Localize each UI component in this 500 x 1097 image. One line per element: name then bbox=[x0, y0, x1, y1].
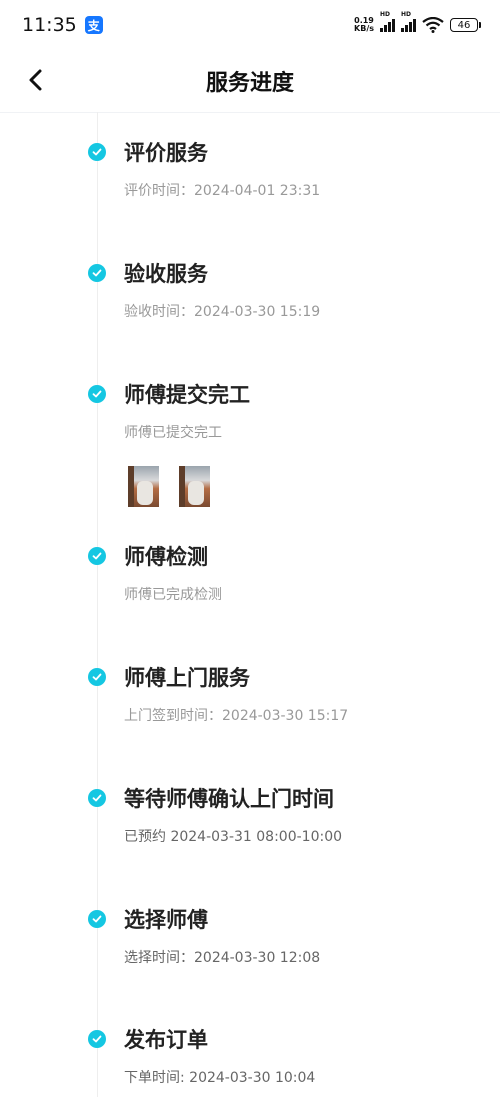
status-indicators: 0.19 KB/s HD HD 46 bbox=[354, 11, 481, 33]
step-title: 师傅提交完工 bbox=[124, 383, 250, 407]
network-speed-unit: KB/s bbox=[354, 24, 374, 33]
step-desc: 已预约 2024-03-31 08:00-10:00 bbox=[124, 829, 343, 845]
check-icon bbox=[88, 789, 106, 807]
step-desc: 评价时间：2024-04-01 23:31 bbox=[124, 183, 321, 199]
nav-bar: 服务进度 bbox=[0, 50, 500, 113]
signal-hd-label: HD bbox=[380, 11, 391, 18]
status-bar: 11:35 支 0.19 KB/s HD HD 46 bbox=[0, 0, 500, 50]
progress-timeline: 评价服务 评价时间：2024-04-01 23:31 验收服务 验收时间：202… bbox=[0, 112, 500, 1097]
step-title: 师傅检测 bbox=[124, 545, 208, 569]
page-title: 服务进度 bbox=[205, 71, 294, 96]
step-title: 等待师傅确认上门时间 bbox=[124, 787, 334, 811]
photo-thumbnail[interactable] bbox=[179, 466, 210, 507]
battery-icon: 46 bbox=[450, 18, 481, 32]
step-title: 选择师傅 bbox=[124, 908, 208, 932]
timeline-line bbox=[97, 112, 98, 1097]
step-desc: 上门签到时间：2024-03-30 15:17 bbox=[124, 708, 349, 724]
check-icon bbox=[88, 1030, 106, 1048]
check-icon bbox=[88, 385, 106, 403]
step-desc: 下单时间: 2024-03-30 10:04 bbox=[124, 1070, 316, 1086]
battery-level: 46 bbox=[457, 19, 471, 31]
check-icon bbox=[88, 547, 106, 565]
step-title: 师傅上门服务 bbox=[124, 666, 250, 690]
step-title: 验收服务 bbox=[124, 262, 208, 286]
wifi-icon bbox=[422, 17, 444, 33]
signal-icon: HD bbox=[401, 11, 416, 32]
alipay-icon: 支 bbox=[84, 16, 103, 34]
check-icon bbox=[88, 264, 106, 282]
step-desc: 选择时间：2024-03-30 12:08 bbox=[124, 950, 321, 966]
step-title: 评价服务 bbox=[124, 141, 208, 165]
step-desc: 验收时间：2024-03-30 15:19 bbox=[124, 304, 321, 320]
signal-hd-label: HD bbox=[401, 11, 412, 18]
check-icon bbox=[88, 910, 106, 928]
check-icon bbox=[88, 668, 106, 686]
photo-thumbnail[interactable] bbox=[128, 466, 159, 507]
network-speed: 0.19 KB/s bbox=[354, 17, 374, 33]
signal-icon: HD bbox=[380, 11, 395, 32]
step-title: 发布订单 bbox=[124, 1028, 208, 1052]
status-time: 11:35 bbox=[22, 14, 77, 36]
check-icon bbox=[88, 143, 106, 161]
completion-photos bbox=[128, 466, 210, 507]
step-desc: 师傅已完成检测 bbox=[124, 587, 222, 603]
step-desc: 师傅已提交完工 bbox=[124, 425, 222, 441]
